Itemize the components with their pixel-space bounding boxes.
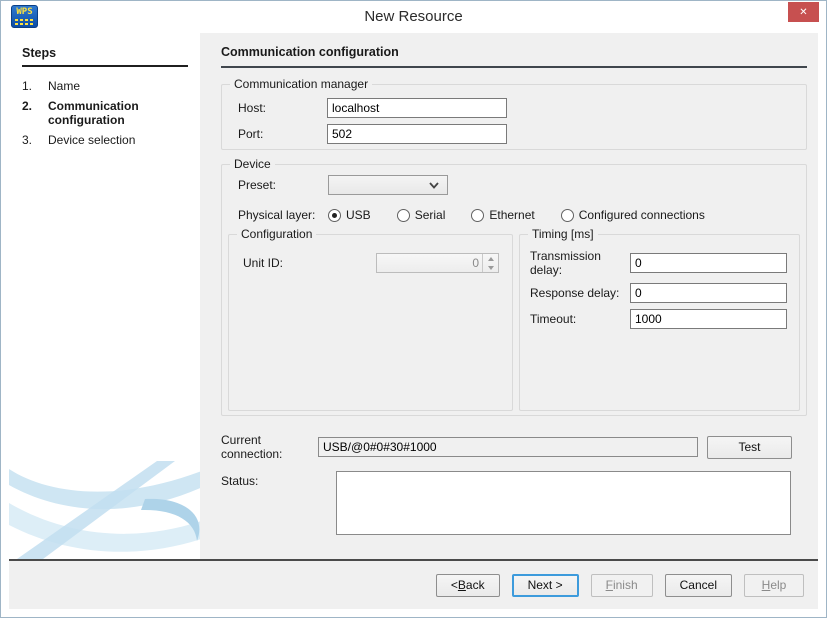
label-part: Cancel bbox=[680, 578, 717, 592]
cancel-button[interactable]: Cancel bbox=[665, 574, 732, 597]
host-label: Host: bbox=[238, 101, 327, 115]
step-label: Device selection bbox=[48, 133, 135, 147]
label-part: elp bbox=[770, 578, 786, 592]
radio-icon bbox=[397, 209, 410, 222]
transmission-delay-row: Transmission delay: bbox=[530, 249, 787, 277]
port-input[interactable] bbox=[327, 124, 507, 144]
steps-list: 1. Name 2. Communication configuration 3… bbox=[22, 79, 190, 147]
content-area: Steps 1. Name 2. Communication configura… bbox=[9, 33, 818, 559]
label-part: < bbox=[451, 578, 458, 592]
radio-ethernet[interactable]: Ethernet bbox=[471, 208, 534, 222]
current-connection-field[interactable] bbox=[318, 437, 698, 457]
step-number: 2. bbox=[22, 99, 48, 127]
group-title: Communication manager bbox=[230, 77, 372, 92]
status-row: Status: bbox=[221, 471, 807, 535]
status-label: Status: bbox=[221, 471, 336, 488]
page-title: Communication configuration bbox=[221, 45, 807, 68]
new-resource-dialog: WPS New Resource ✕ Steps 1. Name 2. Comm… bbox=[0, 0, 827, 618]
timing-group: Timing [ms] Transmission delay: Response… bbox=[519, 234, 800, 411]
group-title: Configuration bbox=[237, 227, 316, 242]
steps-sidebar: Steps 1. Name 2. Communication configura… bbox=[9, 33, 200, 559]
host-row: Host: bbox=[238, 98, 796, 118]
back-button[interactable]: < Back bbox=[436, 574, 500, 597]
spinner-buttons bbox=[482, 254, 498, 272]
radio-label: USB bbox=[346, 208, 371, 222]
preset-row: Preset: bbox=[228, 175, 800, 195]
titlebar: WPS New Resource ✕ bbox=[1, 1, 826, 33]
radio-usb[interactable]: USB bbox=[328, 208, 371, 222]
label-part: inish bbox=[613, 578, 638, 592]
test-button[interactable]: Test bbox=[707, 436, 792, 459]
device-group: Device Preset: Physical layer: bbox=[221, 164, 807, 416]
response-delay-label: Response delay: bbox=[530, 286, 630, 300]
timeout-input[interactable] bbox=[630, 309, 787, 329]
footer-button-bar: < Back Next > Finish Cancel Help bbox=[9, 561, 818, 609]
port-label: Port: bbox=[238, 127, 327, 141]
radio-label: Ethernet bbox=[489, 208, 534, 222]
unit-id-input[interactable] bbox=[377, 254, 482, 272]
next-button[interactable]: Next > bbox=[512, 574, 579, 597]
response-delay-input[interactable] bbox=[630, 283, 787, 303]
radio-label: Configured connections bbox=[579, 208, 705, 222]
step-item-communication-configuration: 2. Communication configuration bbox=[22, 99, 190, 127]
preset-dropdown[interactable] bbox=[328, 175, 448, 195]
step-label: Name bbox=[48, 79, 80, 93]
label-mnemonic: F bbox=[606, 578, 613, 592]
physical-layer-row: Physical layer: USB Serial Ethernet bbox=[228, 208, 800, 222]
watermark-graphic bbox=[9, 441, 200, 559]
step-number: 3. bbox=[22, 133, 48, 147]
close-icon[interactable]: ✕ bbox=[788, 2, 819, 22]
response-delay-row: Response delay: bbox=[530, 283, 787, 303]
step-item-device-selection: 3. Device selection bbox=[22, 133, 190, 147]
physical-layer-options: USB Serial Ethernet Configured conn bbox=[328, 208, 705, 222]
radio-icon bbox=[328, 209, 341, 222]
communication-manager-group: Communication manager Host: Port: bbox=[221, 84, 807, 150]
spinner-down-icon[interactable] bbox=[483, 263, 498, 272]
unit-id-row: Unit ID: bbox=[243, 253, 504, 273]
current-connection-label: Current connection: bbox=[221, 433, 318, 461]
timeout-label: Timeout: bbox=[530, 312, 630, 326]
physical-layer-label: Physical layer: bbox=[238, 208, 328, 222]
current-connection-row: Current connection: Test bbox=[221, 433, 807, 461]
device-subgroups: Configuration Unit ID: bbox=[228, 234, 800, 411]
finish-button[interactable]: Finish bbox=[591, 574, 653, 597]
window-title: New Resource bbox=[1, 8, 826, 25]
radio-serial[interactable]: Serial bbox=[397, 208, 446, 222]
port-row: Port: bbox=[238, 124, 796, 144]
chevron-down-icon bbox=[429, 182, 439, 189]
radio-icon bbox=[471, 209, 484, 222]
spinner-up-icon[interactable] bbox=[483, 254, 498, 263]
configuration-group: Configuration Unit ID: bbox=[228, 234, 513, 411]
transmission-delay-label: Transmission delay: bbox=[530, 249, 630, 277]
step-number: 1. bbox=[22, 79, 48, 93]
help-button[interactable]: Help bbox=[744, 574, 804, 597]
label-mnemonic: H bbox=[762, 578, 771, 592]
main-panel: Communication configuration Communicatio… bbox=[200, 33, 818, 559]
label-part: Next > bbox=[528, 578, 563, 592]
steps-heading: Steps bbox=[22, 46, 188, 67]
transmission-delay-input[interactable] bbox=[630, 253, 787, 273]
radio-configured-connections[interactable]: Configured connections bbox=[561, 208, 705, 222]
group-title: Device bbox=[230, 157, 275, 172]
status-textarea[interactable] bbox=[336, 471, 791, 535]
unit-id-stepper bbox=[376, 253, 499, 273]
group-title: Timing [ms] bbox=[528, 227, 598, 242]
label-part: ack bbox=[466, 578, 485, 592]
label-mnemonic: B bbox=[458, 578, 466, 592]
step-label: Communication configuration bbox=[48, 99, 190, 127]
unit-id-label: Unit ID: bbox=[243, 256, 376, 270]
preset-label: Preset: bbox=[238, 178, 328, 192]
timeout-row: Timeout: bbox=[530, 309, 787, 329]
host-input[interactable] bbox=[327, 98, 507, 118]
radio-label: Serial bbox=[415, 208, 446, 222]
radio-icon bbox=[561, 209, 574, 222]
step-item-name: 1. Name bbox=[22, 79, 190, 93]
